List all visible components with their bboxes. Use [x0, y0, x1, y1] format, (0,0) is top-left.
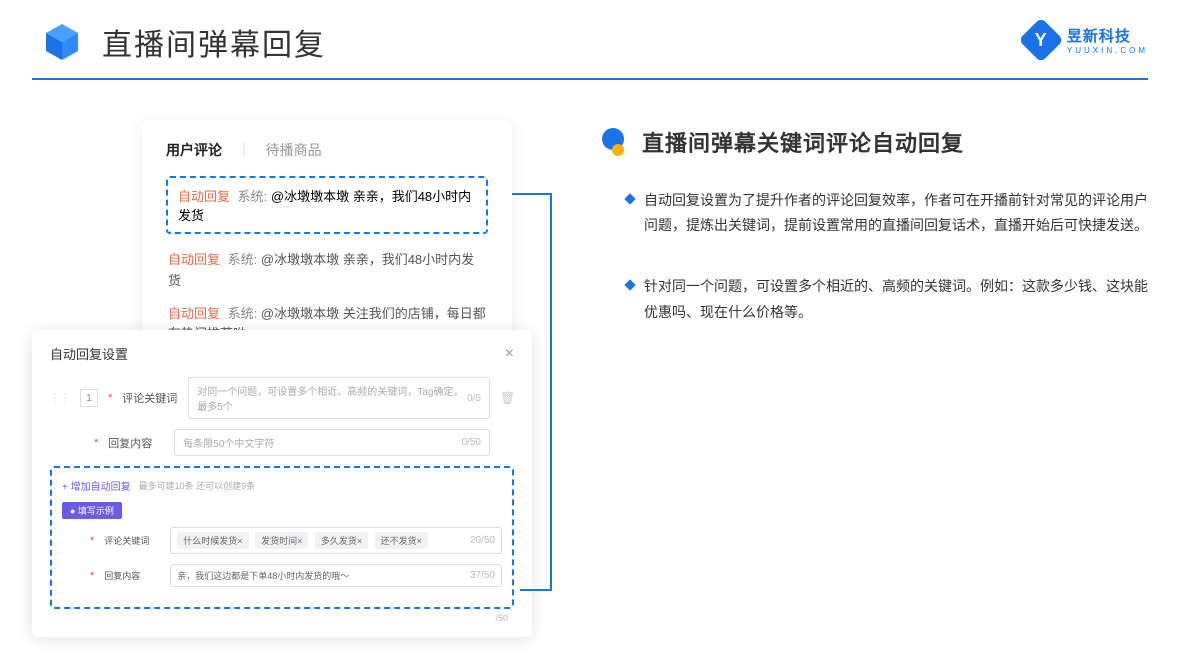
add-auto-reply-link[interactable]: + 增加自动回复: [62, 478, 131, 493]
logo-sub-text: YUUXIN.COM: [1067, 46, 1148, 55]
page-title: 直播间弹幕回复: [102, 20, 326, 64]
close-icon[interactable]: ×: [505, 345, 514, 363]
example-keyword-input[interactable]: 什么时候发货× 发货时间× 多久发货× 还不发货× 20/50: [170, 527, 502, 554]
connector-line: [520, 589, 552, 591]
bullet-item: 自动回复设置为了提升作者的评论回复效率，作者可在开播前针对常见的评论用户问题，提…: [602, 188, 1148, 238]
message-row: 自动回复 系统: @冰墩墩本墩 亲亲，我们48小时内发货: [166, 244, 488, 298]
connector-line: [512, 193, 552, 195]
brand-logo: Y 昱新科技 YUUXIN.COM: [1025, 24, 1148, 56]
auto-reply-tag: 自动回复: [178, 189, 230, 204]
example-content-input[interactable]: 亲，我们这边都是下单48小时内发货的哦～ 37/50: [170, 564, 502, 587]
tab-pending-goods[interactable]: 待播商品: [266, 140, 322, 160]
diamond-bullet-icon: [624, 280, 635, 291]
description-column: 直播间弹幕关键词评论自动回复 自动回复设置为了提升作者的评论回复效率，作者可在开…: [602, 120, 1148, 371]
bullet-item: 针对同一个问题，可设置多个相近的、高频的关键词。例如：这款多少钱、这块能优惠吗、…: [602, 274, 1148, 324]
logo-diamond-icon: Y: [1018, 17, 1063, 62]
keyword-tag[interactable]: 还不发货×: [375, 532, 428, 549]
row-number: 1: [80, 389, 98, 407]
highlighted-message: 自动回复 系统: @冰墩墩本墩 亲亲，我们48小时内发货: [166, 176, 488, 234]
auto-reply-settings-panel: 自动回复设置 × ⋮⋮ 1 * 评论关键词 对同一个问题，可设置多个相近、高频的…: [32, 330, 532, 637]
keyword-tag[interactable]: 发货时间×: [255, 532, 308, 549]
section-title: 直播间弹幕关键词评论自动回复: [642, 126, 964, 158]
example-section: + 增加自动回复 最多可建10条 还可以创建9条 ● 填写示例 * 评论关键词 …: [50, 466, 514, 609]
example-badge: ● 填写示例: [62, 502, 122, 519]
settings-title: 自动回复设置: [50, 344, 128, 363]
content-label: 回复内容: [108, 435, 164, 451]
chat-bubble-icon: [602, 128, 630, 156]
connector-line: [550, 193, 552, 591]
keyword-tag[interactable]: 什么时候发货×: [177, 532, 248, 549]
keyword-tag[interactable]: 多久发货×: [315, 532, 368, 549]
limit-text: 最多可建10条 还可以创建9条: [139, 479, 256, 492]
keyword-input[interactable]: 对同一个问题，可设置多个相近、高频的关键词，Tag确定，最多5个 0/5: [188, 377, 490, 419]
content-input[interactable]: 每条限50个中文字符 0/50: [174, 429, 490, 456]
cube-icon: [40, 20, 84, 64]
example-content-row: * 回复内容 亲，我们这边都是下单48小时内发货的哦～ 37/50: [62, 564, 502, 587]
page-header: 直播间弹幕回复: [0, 0, 1180, 64]
logo-main-text: 昱新科技: [1067, 25, 1148, 46]
keyword-row: ⋮⋮ 1 * 评论关键词 对同一个问题，可设置多个相近、高频的关键词，Tag确定…: [50, 377, 514, 419]
outer-count: /50: [50, 609, 514, 623]
example-keyword-row: * 评论关键词 什么时候发货× 发货时间× 多久发货× 还不发货× 20/50: [62, 527, 502, 554]
keyword-label: 评论关键词: [122, 390, 178, 406]
delete-icon[interactable]: 🗑: [500, 391, 514, 405]
content-row: * 回复内容 每条限50个中文字符 0/50: [50, 429, 514, 456]
tab-user-comments[interactable]: 用户评论: [166, 140, 222, 160]
tabs-row: 用户评论 | 待播商品: [166, 140, 488, 160]
diamond-bullet-icon: [624, 193, 635, 204]
screenshot-column: 用户评论 | 待播商品 自动回复 系统: @冰墩墩本墩 亲亲，我们48小时内发货…: [32, 120, 552, 371]
